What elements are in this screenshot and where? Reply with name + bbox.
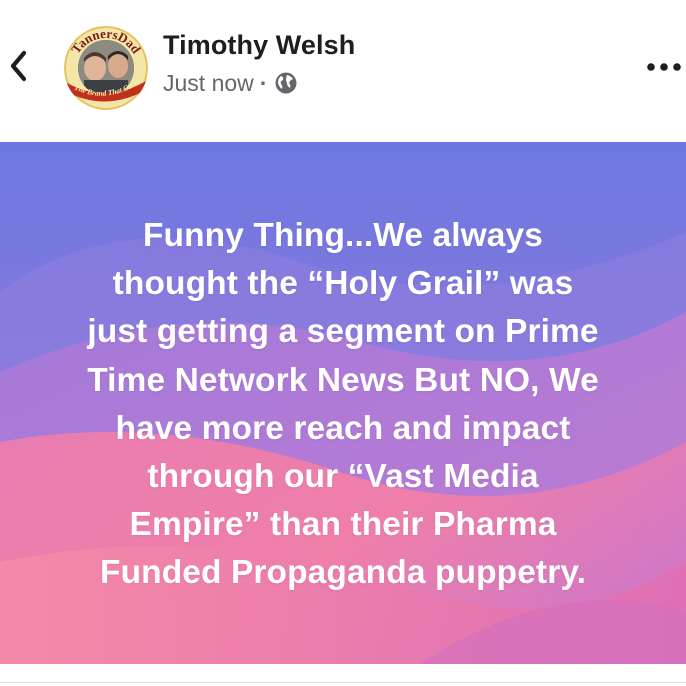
post-body-text: Funny Thing...We always thought the “Hol… (87, 217, 599, 592)
globe-icon[interactable] (274, 71, 298, 95)
more-options-button[interactable] (644, 52, 684, 82)
post-background[interactable]: Funny Thing...We always thought the “Hol… (0, 142, 686, 664)
author-name[interactable]: Timothy Welsh (163, 30, 355, 61)
more-horizontal-icon (647, 63, 681, 71)
post-timestamp[interactable]: Just now (163, 70, 254, 97)
meta-separator: · (259, 69, 268, 96)
back-button[interactable] (2, 44, 36, 88)
avatar[interactable]: TannersDad The Brand That Cares (64, 26, 148, 110)
post-footer (0, 664, 686, 686)
post-meta: Just now · (163, 68, 298, 98)
footer-divider (0, 682, 686, 683)
chevron-left-icon (10, 50, 27, 82)
post-screen: TannersDad The Brand That Cares Timothy … (0, 0, 686, 686)
post-header: TannersDad The Brand That Cares Timothy … (0, 0, 686, 142)
